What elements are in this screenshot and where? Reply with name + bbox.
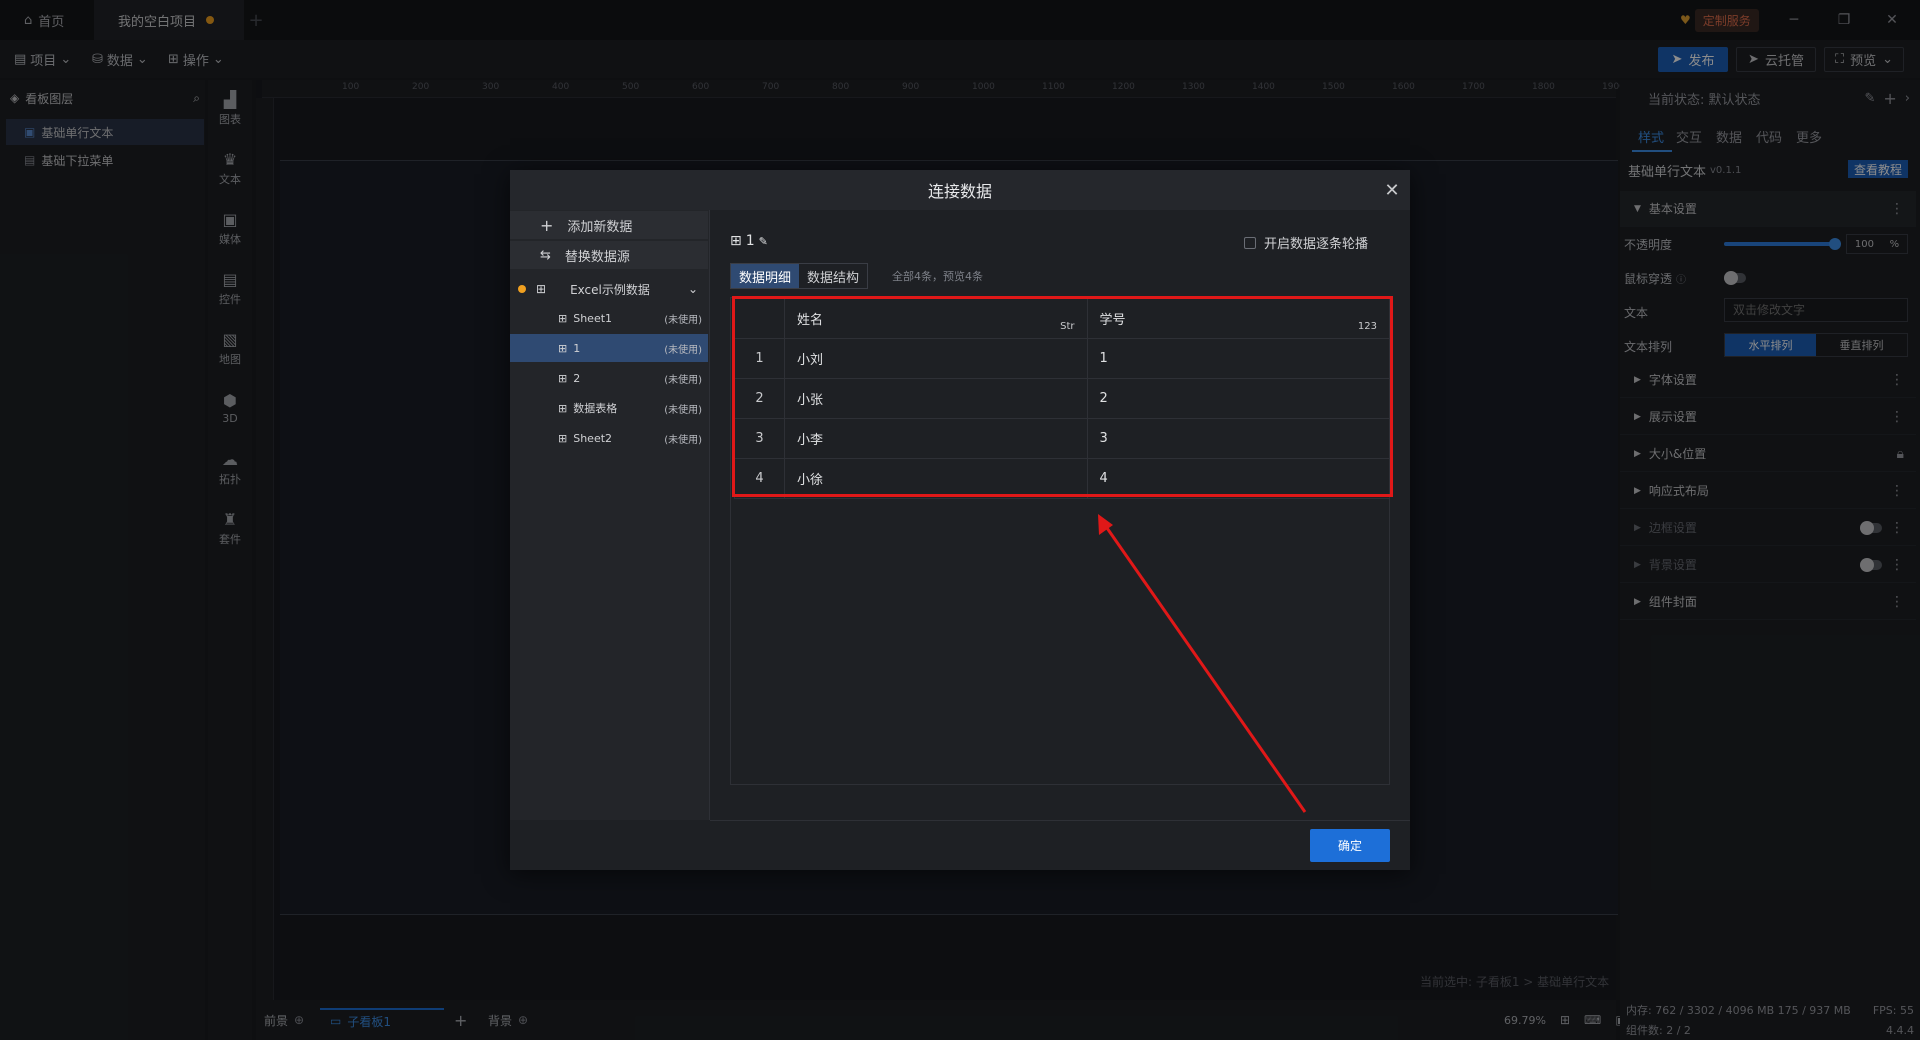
arrow-line <box>1105 527 1307 813</box>
annotation-arrow <box>1098 514 1307 813</box>
